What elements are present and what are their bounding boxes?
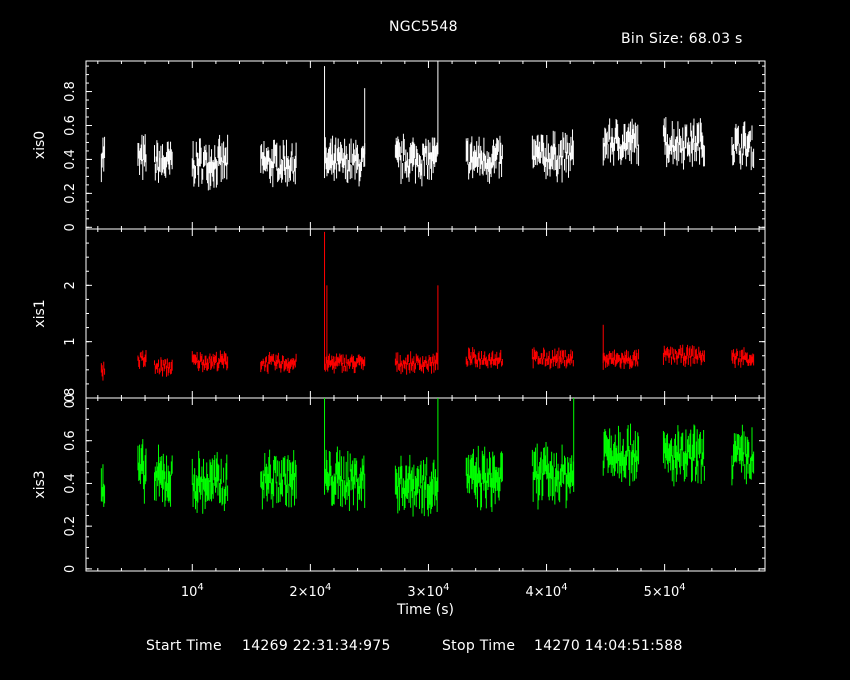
x-tick-label: 4×104	[525, 582, 567, 600]
y-tick-label: 0.6	[63, 430, 78, 451]
y-tick-label: 2	[63, 281, 78, 289]
panel-xis0: 0 0.2 0.4 0.6 0.8 xis0	[32, 60, 766, 231]
y-tick-label: 0.2	[63, 183, 78, 204]
y-tick-label: 1	[63, 338, 78, 346]
start-time-label: Start Time	[146, 638, 222, 654]
panel-frame	[85, 228, 766, 399]
data-series-xis0	[100, 61, 755, 191]
stop-time-value: 14270 14:04:51:588	[534, 638, 683, 654]
panel-xis1: 012xis1	[32, 228, 766, 402]
data-series-xis1	[100, 231, 755, 381]
y-tick-label: 0.2	[63, 516, 78, 537]
start-time-value: 14269 22:31:34:975	[242, 638, 391, 654]
y-tick-label: 0.6	[63, 115, 78, 136]
x-tick-label: 3×104	[407, 582, 449, 600]
stop-time-label: Stop Time	[442, 638, 516, 654]
panel-xis3: 0 0.2 0.4 0.6 0.8 xis3	[32, 388, 766, 573]
y-axis-label: xis1	[32, 299, 48, 327]
x-tick-label: 2×104	[289, 582, 331, 600]
y-tick-label: 0.4	[63, 473, 78, 494]
y-tick-label: 0	[63, 223, 78, 231]
y-axis-label: xis3	[32, 470, 48, 498]
light-curve-chart: 00.20.40.60.8xis0012xis100.20.40.60.8xis…	[32, 60, 766, 618]
y-tick-label: 0.8	[63, 81, 78, 102]
y-axis-label: xis0	[32, 131, 48, 159]
x-axis-label: Time (s)	[396, 602, 454, 618]
x-tick-label: 104	[181, 582, 204, 600]
y-tick-label: 0	[63, 565, 78, 573]
x-tick-label: 5×104	[644, 582, 686, 600]
data-series-xis3	[100, 398, 755, 517]
y-tick-label: 0.8	[63, 388, 78, 409]
y-tick-label: 0.4	[63, 149, 78, 170]
